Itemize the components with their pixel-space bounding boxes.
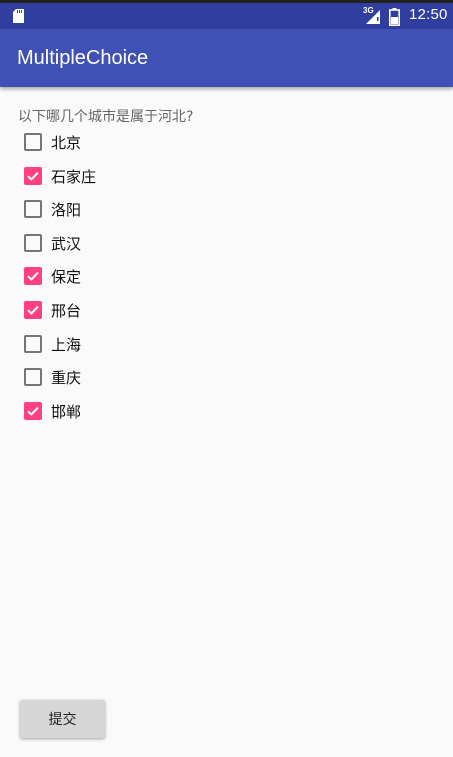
option-label: 邯郸: [51, 402, 82, 421]
status-bar: 3G 12:50: [0, 0, 453, 29]
submit-button[interactable]: 提交: [20, 700, 105, 738]
checkbox-option[interactable]: 武汉: [17, 227, 217, 259]
checkbox-unchecked-icon[interactable]: [24, 335, 42, 353]
checkbox-unchecked-icon[interactable]: [24, 368, 42, 386]
option-label: 北京: [51, 133, 82, 152]
checkbox-option[interactable]: 石家庄: [17, 160, 217, 192]
question-text: 以下哪几个城市是属于河北?: [18, 109, 194, 125]
checkbox-option[interactable]: 邢台: [17, 294, 217, 326]
option-label: 邢台: [51, 301, 82, 320]
app-bar: MultipleChoice: [0, 29, 453, 87]
checkbox-option[interactable]: 邯郸: [17, 395, 217, 427]
sd-card-icon: [13, 9, 24, 23]
checkbox-option[interactable]: 重庆: [17, 361, 217, 393]
checkbox-checked-icon[interactable]: [24, 402, 42, 420]
checkbox-unchecked-icon[interactable]: [24, 234, 42, 252]
checkbox-checked-icon[interactable]: [24, 301, 42, 319]
checkbox-unchecked-icon[interactable]: [24, 133, 42, 151]
checkbox-unchecked-icon[interactable]: [24, 200, 42, 218]
app-title: MultipleChoice: [17, 47, 149, 69]
battery-icon: [389, 8, 400, 26]
option-label: 上海: [51, 335, 82, 354]
option-label: 保定: [51, 267, 82, 286]
checkbox-option[interactable]: 上海: [17, 328, 217, 360]
option-label: 重庆: [51, 368, 82, 387]
checkbox-checked-icon[interactable]: [24, 267, 42, 285]
checkbox-checked-icon[interactable]: [24, 167, 42, 185]
clock: 12:50: [409, 6, 448, 23]
option-label: 石家庄: [51, 167, 97, 186]
option-label: 武汉: [51, 234, 82, 253]
option-label: 洛阳: [51, 200, 82, 219]
checkbox-option[interactable]: 北京: [17, 126, 217, 158]
checkbox-option[interactable]: 洛阳: [17, 193, 217, 225]
signal-icon: [366, 10, 380, 24]
checkbox-option[interactable]: 保定: [17, 260, 217, 292]
